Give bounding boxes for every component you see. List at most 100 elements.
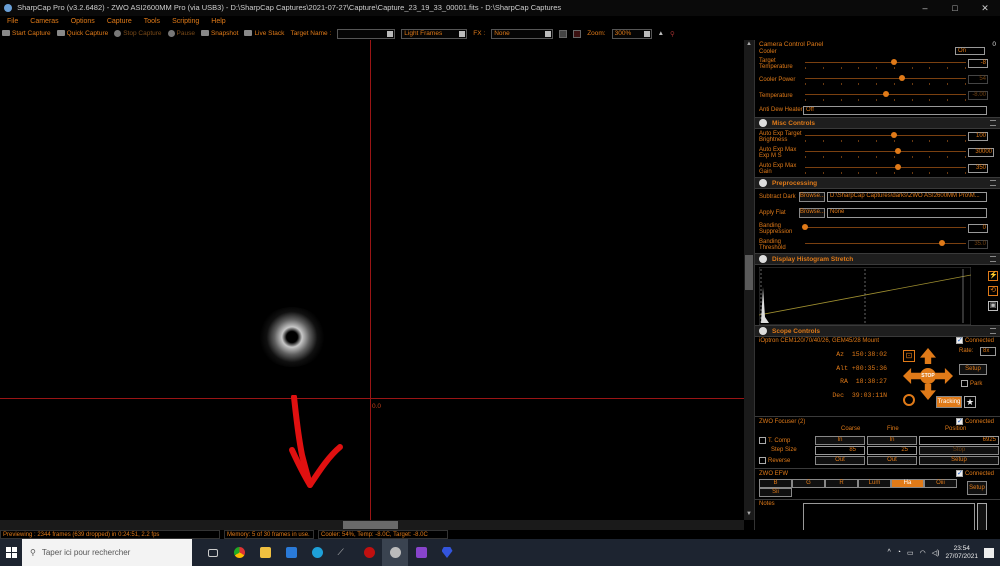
file-explorer-icon[interactable] [252,539,278,566]
checkbox[interactable] [961,380,968,387]
target-temperature-slider[interactable] [805,59,966,65]
focuser-position-input[interactable]: 6925 [919,436,999,445]
live-stack-button[interactable]: Live Stack [244,30,284,37]
banding-threshold-input[interactable]: 35.0 [968,240,988,249]
slider-knob[interactable] [802,224,808,230]
mount-connected-checkbox[interactable]: Connected [955,336,994,346]
apply-flat-browse-button[interactable]: Browse... [799,208,825,218]
menu-tools[interactable]: Tools [144,16,160,27]
auto-exp-brightness-slider[interactable] [805,132,966,138]
auto-exp-brightness-input[interactable]: 100 [968,132,988,141]
auto-stretch-icon[interactable]: ⚡ [988,271,998,281]
slew-west-icon[interactable] [903,368,921,384]
focus-in-fine-button[interactable]: In [867,436,917,445]
tray-chevron-icon[interactable]: ^ [887,549,890,556]
anti-dew-select[interactable]: Off [803,106,987,115]
banding-suppression-slider[interactable] [802,224,966,230]
blue-gem-app-icon[interactable] [434,539,460,566]
filter-b-button[interactable]: B [759,479,792,488]
fx-settings-icon[interactable] [559,29,568,38]
tracking-button[interactable]: Tracking [936,396,962,408]
section-menu-icon[interactable] [990,256,996,262]
auto-exp-max-gain-input[interactable]: 350 [968,164,988,173]
record-icon[interactable] [573,29,582,38]
efw-setup-button[interactable]: Setup [967,481,987,495]
stop-capture-button[interactable]: Stop Capture [114,29,162,37]
slider-knob[interactable] [938,240,945,246]
target-temperature-input[interactable]: -8 [968,59,988,68]
checkbox[interactable] [955,469,963,479]
red-app-icon[interactable] [356,539,382,566]
filter-sii-button[interactable]: Sii [759,488,792,497]
t-comp-checkbox[interactable]: T. Comp [759,437,790,444]
collapse-icon[interactable] [759,179,767,187]
mount-setup-button[interactable]: Setup [959,364,987,375]
quick-capture-button[interactable]: Quick Capture [56,30,108,37]
filter-lum-button[interactable]: Lum [858,479,891,488]
slew-east-icon[interactable] [935,368,953,384]
zoom-select[interactable]: 300% [611,28,652,39]
checkbox[interactable] [759,457,766,464]
focus-out-fine-button[interactable]: Out [867,456,917,465]
section-menu-icon[interactable] [990,180,996,186]
task-view-icon[interactable] [200,539,226,566]
collapse-icon[interactable] [759,119,767,127]
banding-threshold-slider[interactable] [805,240,966,246]
histogram-icon[interactable]: ▲ [658,30,664,37]
preview-vertical-scrollbar[interactable]: ▲ ▼ [744,40,754,520]
cooler-select[interactable]: On [955,47,985,55]
collapse-icon[interactable] [759,255,767,263]
scrollbar-thumb[interactable] [343,521,398,529]
reverse-checkbox[interactable]: Reverse [759,457,790,464]
minimize-button[interactable]: – [910,0,940,16]
network-icon[interactable]: ◔ [897,549,901,556]
notifications-icon[interactable] [984,547,994,558]
slew-south-icon[interactable] [920,384,936,400]
focuser-stop-button[interactable]: Stop [919,446,999,455]
auto-exp-max-ms-slider[interactable] [805,148,966,154]
purple-app-icon[interactable] [408,539,434,566]
rate-select[interactable]: 8x [980,347,996,356]
notes-scrollbar[interactable] [977,503,987,530]
banding-suppression-input[interactable]: 0 [968,224,988,233]
battery-icon[interactable]: ▭ [907,549,914,557]
fx-select[interactable]: None [491,28,554,39]
camera-preview[interactable]: 0.0 [0,40,748,520]
auto-exp-max-gain-slider[interactable] [805,164,966,170]
park-checkbox[interactable]: Park [961,380,982,387]
maximize-button[interactable]: □ [940,0,970,16]
step-coarse-input[interactable]: 85 [815,446,865,455]
menu-scripting[interactable]: Scripting [172,16,199,27]
slider-knob[interactable] [890,59,897,65]
wifi-icon[interactable]: ◠ [920,549,926,557]
pause-button[interactable]: Pause [167,29,195,37]
star-icon[interactable]: ★ [964,396,976,408]
histogram-header[interactable]: Display Histogram Stretch [755,253,1000,265]
frame-type-select[interactable]: Light Frames [401,28,468,39]
reset-stretch-icon[interactable]: ⟲ [988,286,998,296]
preview-horizontal-scrollbar[interactable] [0,520,744,530]
sync-icon[interactable]: ⊡ [903,350,915,362]
stop-slew-button[interactable]: STOP [920,368,936,384]
save-stretch-icon[interactable]: ▣ [988,301,998,311]
sharpcap-taskbar-icon[interactable] [382,539,408,566]
taskbar-search[interactable]: ⚲ Taper ici pour rechercher [22,539,192,566]
menu-cameras[interactable]: Cameras [30,16,58,27]
scrollbar-thumb[interactable] [745,255,753,290]
close-button[interactable]: ✕ [970,0,1000,16]
chrome-icon[interactable] [226,539,252,566]
menu-options[interactable]: Options [71,16,95,27]
filter-r-button[interactable]: R [825,479,858,488]
target-icon[interactable] [903,394,915,406]
menu-help[interactable]: Help [211,16,225,27]
section-menu-icon[interactable] [990,120,996,126]
menu-file[interactable]: File [7,16,18,27]
checkbox[interactable] [955,417,963,427]
clock[interactable]: 23:54 27/07/2021 [945,545,978,561]
snapshot-button[interactable]: Snapshot [200,30,238,37]
filter-g-button[interactable]: G [792,479,825,488]
collapse-icon[interactable] [759,327,767,335]
slider-knob[interactable] [895,148,902,154]
slew-north-icon[interactable] [920,348,936,364]
volume-icon[interactable]: ◁) [932,549,940,557]
